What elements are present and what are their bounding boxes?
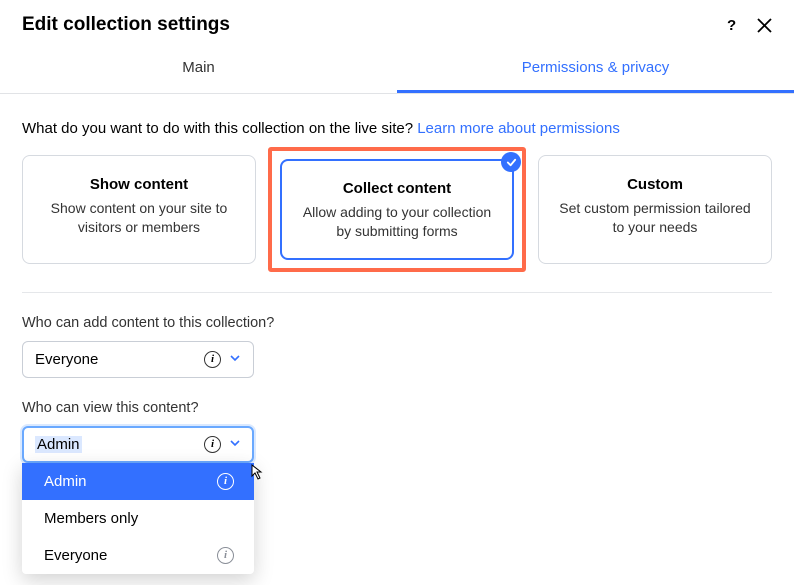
tab-main[interactable]: Main — [0, 46, 397, 93]
view-content-select[interactable]: Admin i — [22, 426, 254, 463]
tabs: Main Permissions & privacy — [0, 46, 794, 94]
dropdown-item-everyone[interactable]: Everyone i — [22, 537, 254, 574]
option-label: Admin — [44, 473, 87, 490]
card-custom[interactable]: Custom Set custom permission tailored to… — [538, 155, 772, 264]
dialog-title: Edit collection settings — [22, 14, 230, 36]
info-icon[interactable]: i — [217, 473, 234, 490]
close-icon[interactable] — [757, 18, 772, 33]
dropdown-item-admin[interactable]: Admin i — [22, 463, 254, 500]
intro-text: What do you want to do with this collect… — [22, 120, 772, 137]
card-title: Show content — [37, 176, 241, 193]
intro-question: What do you want to do with this collect… — [22, 120, 417, 137]
view-content-label: Who can view this content? — [22, 400, 772, 416]
option-label: Everyone — [44, 547, 107, 564]
tab-permissions[interactable]: Permissions & privacy — [397, 46, 794, 93]
card-desc: Allow adding to your collection by submi… — [295, 203, 499, 241]
info-icon[interactable]: i — [204, 436, 221, 453]
info-icon[interactable]: i — [204, 351, 221, 368]
select-value: Admin — [35, 436, 82, 453]
svg-text:?: ? — [727, 17, 736, 33]
add-content-select[interactable]: Everyone i — [22, 341, 254, 378]
dropdown-item-members-only[interactable]: Members only — [22, 500, 254, 537]
card-title: Collect content — [295, 180, 499, 197]
card-show-content[interactable]: Show content Show content on your site t… — [22, 155, 256, 264]
learn-more-link[interactable]: Learn more about permissions — [417, 120, 620, 137]
card-collect-content[interactable]: Collect content Allow adding to your col… — [280, 159, 514, 260]
option-label: Members only — [44, 510, 138, 527]
card-desc: Show content on your site to visitors or… — [37, 199, 241, 237]
card-title: Custom — [553, 176, 757, 193]
chevron-down-icon — [229, 351, 241, 368]
help-icon[interactable]: ? — [723, 17, 739, 33]
card-desc: Set custom permission tailored to your n… — [553, 199, 757, 237]
info-icon[interactable]: i — [217, 547, 234, 564]
selected-check-icon — [501, 152, 521, 172]
view-content-dropdown: Admin i Members only Everyone i — [22, 463, 254, 574]
select-value: Everyone — [35, 351, 98, 368]
add-content-label: Who can add content to this collection? — [22, 315, 772, 331]
chevron-down-icon — [229, 436, 241, 453]
divider — [22, 292, 772, 293]
